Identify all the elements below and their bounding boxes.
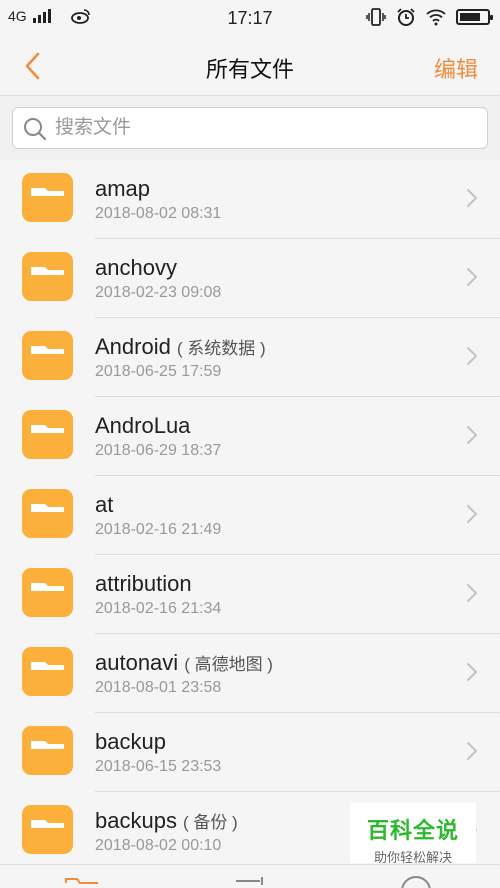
chevron-right-icon	[467, 663, 477, 681]
file-date: 2018-08-01 23:58	[95, 679, 222, 696]
file-name-text: backup	[95, 729, 166, 754]
file-name: backup	[95, 729, 172, 755]
file-row[interactable]: amap 2018-08-02 08:31	[0, 160, 500, 239]
file-tag: ( 系统数据 )	[176, 339, 266, 358]
folder-icon	[22, 726, 73, 775]
watermark-logo: 百科全说 助你轻松解决	[350, 803, 476, 865]
vibrate-icon	[366, 8, 386, 26]
file-date: 2018-08-02 00:10	[95, 837, 222, 854]
file-name-text: backups	[95, 808, 177, 833]
search-input[interactable]	[55, 108, 475, 148]
search-box[interactable]	[12, 107, 488, 149]
file-row[interactable]: at 2018-02-16 21:49	[0, 476, 500, 555]
file-row[interactable]: backup 2018-06-15 23:53	[0, 713, 500, 792]
file-name: AndroLua	[95, 413, 196, 439]
watermark-title: 百科全说	[366, 818, 459, 843]
file-name-text: attribution	[95, 571, 192, 596]
wifi-icon	[426, 9, 446, 26]
alarm-icon	[397, 8, 415, 26]
file-date: 2018-06-29 18:37	[95, 442, 222, 459]
chevron-right-icon	[467, 268, 477, 286]
file-tag: ( 高德地图 )	[184, 655, 273, 674]
file-name: amap	[95, 176, 156, 202]
file-date: 2018-02-23 09:08	[95, 284, 222, 301]
file-row[interactable]: attribution 2018-02-16 21:34	[0, 555, 500, 634]
category-tab-icon[interactable]	[232, 875, 268, 888]
battery-icon	[456, 9, 493, 25]
search-bar	[0, 97, 500, 159]
folder-icon	[22, 410, 73, 459]
search-icon	[24, 118, 47, 141]
file-date: 2018-08-02 08:31	[95, 205, 222, 222]
watermark-subtitle: 助你轻松解决	[373, 850, 452, 865]
file-name-text: anchovy	[95, 255, 177, 280]
status-bar: 4G 17:17	[0, 0, 500, 36]
folder-icon	[22, 805, 73, 854]
folder-icon	[22, 331, 73, 380]
chevron-right-icon	[467, 189, 477, 207]
header: 所有文件 编辑	[0, 36, 500, 96]
folder-icon	[22, 568, 73, 617]
folder-icon	[22, 252, 73, 301]
recent-tab-icon[interactable]	[398, 875, 434, 888]
file-date: 2018-02-16 21:34	[95, 600, 222, 617]
chevron-right-icon	[467, 584, 477, 602]
file-date: 2018-06-15 23:53	[95, 758, 222, 775]
chevron-right-icon	[467, 426, 477, 444]
file-name-text: AndroLua	[95, 413, 191, 438]
folder-tab-icon[interactable]	[64, 875, 100, 888]
file-row[interactable]: autonavi ( 高德地图 ) 2018-08-01 23:58	[0, 634, 500, 713]
bottom-toolbar	[0, 864, 500, 888]
file-tag: ( 备份 )	[182, 813, 238, 832]
status-right	[366, 8, 493, 26]
file-date: 2018-02-16 21:49	[95, 521, 222, 538]
chevron-right-icon	[467, 742, 477, 760]
file-name: autonavi ( 高德地图 )	[95, 650, 273, 676]
folder-icon	[22, 647, 73, 696]
file-name: Android ( 系统数据 )	[95, 334, 266, 360]
file-name: anchovy	[95, 255, 183, 281]
file-list: amap 2018-08-02 08:31 anchovy 2018-02-23 09…	[0, 160, 500, 864]
file-name: at	[95, 492, 119, 518]
file-row[interactable]: anchovy 2018-02-23 09:08	[0, 239, 500, 318]
file-name-text: amap	[95, 176, 151, 201]
file-name-text: Android	[95, 334, 171, 359]
folder-icon	[22, 173, 73, 222]
file-row[interactable]: AndroLua 2018-06-29 18:37	[0, 397, 500, 476]
page-title: 所有文件	[205, 57, 294, 82]
chevron-right-icon	[467, 505, 477, 523]
file-row[interactable]: Android ( 系统数据 ) 2018-06-25 17:59	[0, 318, 500, 397]
chevron-right-icon	[467, 347, 477, 365]
file-name-text: at	[95, 492, 114, 517]
file-date: 2018-06-25 17:59	[95, 363, 222, 380]
folder-icon	[22, 489, 73, 538]
file-name-text: autonavi	[95, 650, 179, 675]
edit-button[interactable]: 编辑	[434, 52, 478, 84]
file-name: attribution	[95, 571, 198, 597]
file-name: backups ( 备份 )	[95, 808, 238, 834]
